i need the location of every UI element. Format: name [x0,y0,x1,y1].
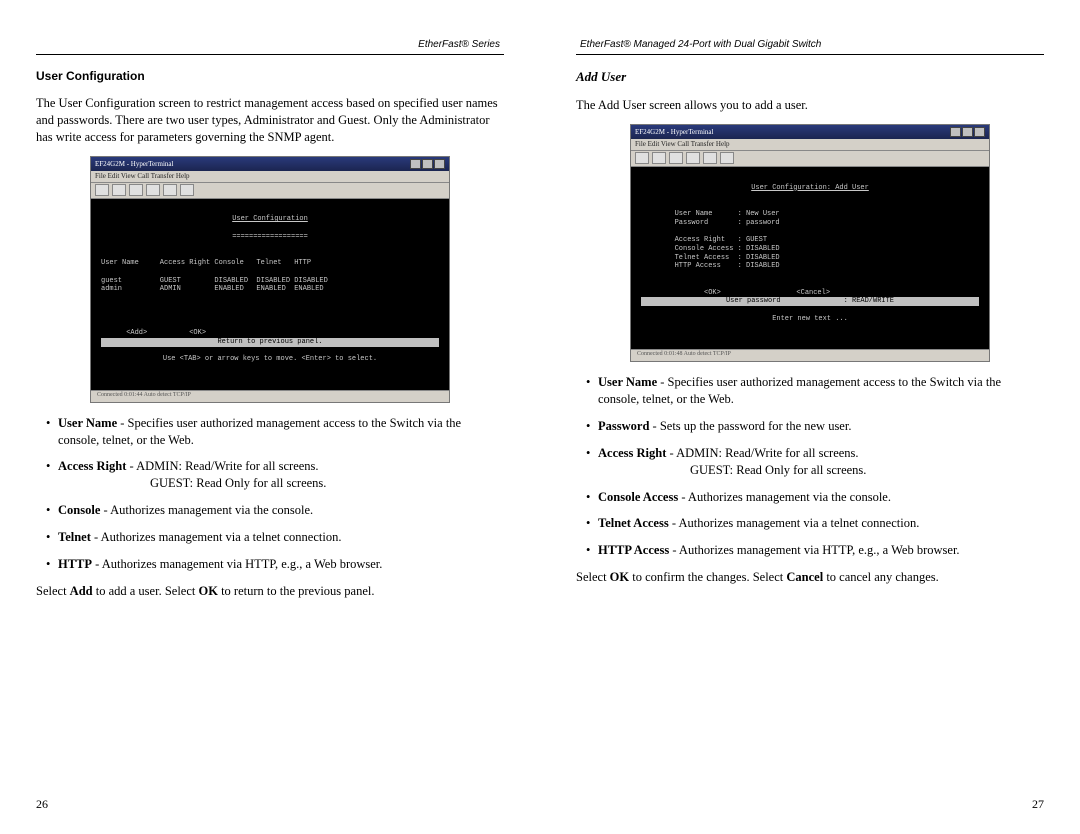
window-title: EF24G2M - HyperTerminal [635,128,713,136]
bullet-console-access: Console Access - Authorizes management v… [598,489,1044,506]
manual-spread: EtherFast® Series User Configuration The… [0,0,1080,834]
intro-user-config: The User Configuration screen to restric… [36,95,504,146]
header-rule-right: EtherFast® Managed 24-Port with Dual Gig… [576,54,1044,55]
section-title-user-config: User Configuration [36,69,504,83]
page-left: EtherFast® Series User Configuration The… [0,0,540,834]
bullet-user-name: User Name - Specifies user authorized ma… [598,374,1044,408]
bullet-http-access: HTTP Access - Authorizes management via … [598,542,1044,559]
tail-left: Select Add to add a user. Select OK to r… [36,583,504,600]
window-statusbar: Connected 0:01:48 Auto detect TCP/IP [631,349,989,361]
bullet-console: Console - Authorizes management via the … [58,502,504,519]
bullet-http: HTTP - Authorizes management via HTTP, e… [58,556,504,573]
section-title-add-user: Add User [576,69,1044,85]
intro-add-user: The Add User screen allows you to add a … [576,97,1044,114]
window-titlebar: EF24G2M - HyperTerminal [91,157,449,171]
bullet-list-right: User Name - Specifies user authorized ma… [576,374,1044,559]
bullet-password: Password - Sets up the password for the … [598,418,1044,435]
page-number-left: 26 [36,797,48,812]
screenshot-user-config: EF24G2M - HyperTerminal File Edit View C… [90,156,450,403]
window-toolbar [91,183,449,199]
page-right: EtherFast® Managed 24-Port with Dual Gig… [540,0,1080,834]
window-menubar: File Edit View Call Transfer Help [631,139,989,151]
window-titlebar: EF24G2M - HyperTerminal [631,125,989,139]
window-buttons [410,159,445,169]
bullet-access-right: Access Right - ADMIN: Read/Write for all… [58,458,504,492]
tail-right: Select OK to confirm the changes. Select… [576,569,1044,586]
header-series: EtherFast® Series [414,39,504,50]
terminal-body: User Configuration ================== Us… [91,199,449,390]
bullet-access-right: Access Right - ADMIN: Read/Write for all… [598,445,1044,479]
bullet-user-name: User Name - Specifies user authorized ma… [58,415,504,449]
bullet-telnet: Telnet - Authorizes management via a tel… [58,529,504,546]
window-statusbar: Connected 0:01:44 Auto detect TCP/IP [91,390,449,402]
window-buttons [950,127,985,137]
terminal-body: User Configuration: Add User User Name :… [631,167,989,349]
header-product: EtherFast® Managed 24-Port with Dual Gig… [576,39,825,50]
bullet-list-left: User Name - Specifies user authorized ma… [36,415,504,573]
screenshot-add-user: EF24G2M - HyperTerminal File Edit View C… [630,124,990,362]
window-title: EF24G2M - HyperTerminal [95,160,173,168]
window-toolbar [631,151,989,167]
bullet-telnet-access: Telnet Access - Authorizes management vi… [598,515,1044,532]
page-number-right: 27 [1032,797,1044,812]
window-menubar: File Edit View Call Transfer Help [91,171,449,183]
header-rule-left: EtherFast® Series [36,54,504,55]
